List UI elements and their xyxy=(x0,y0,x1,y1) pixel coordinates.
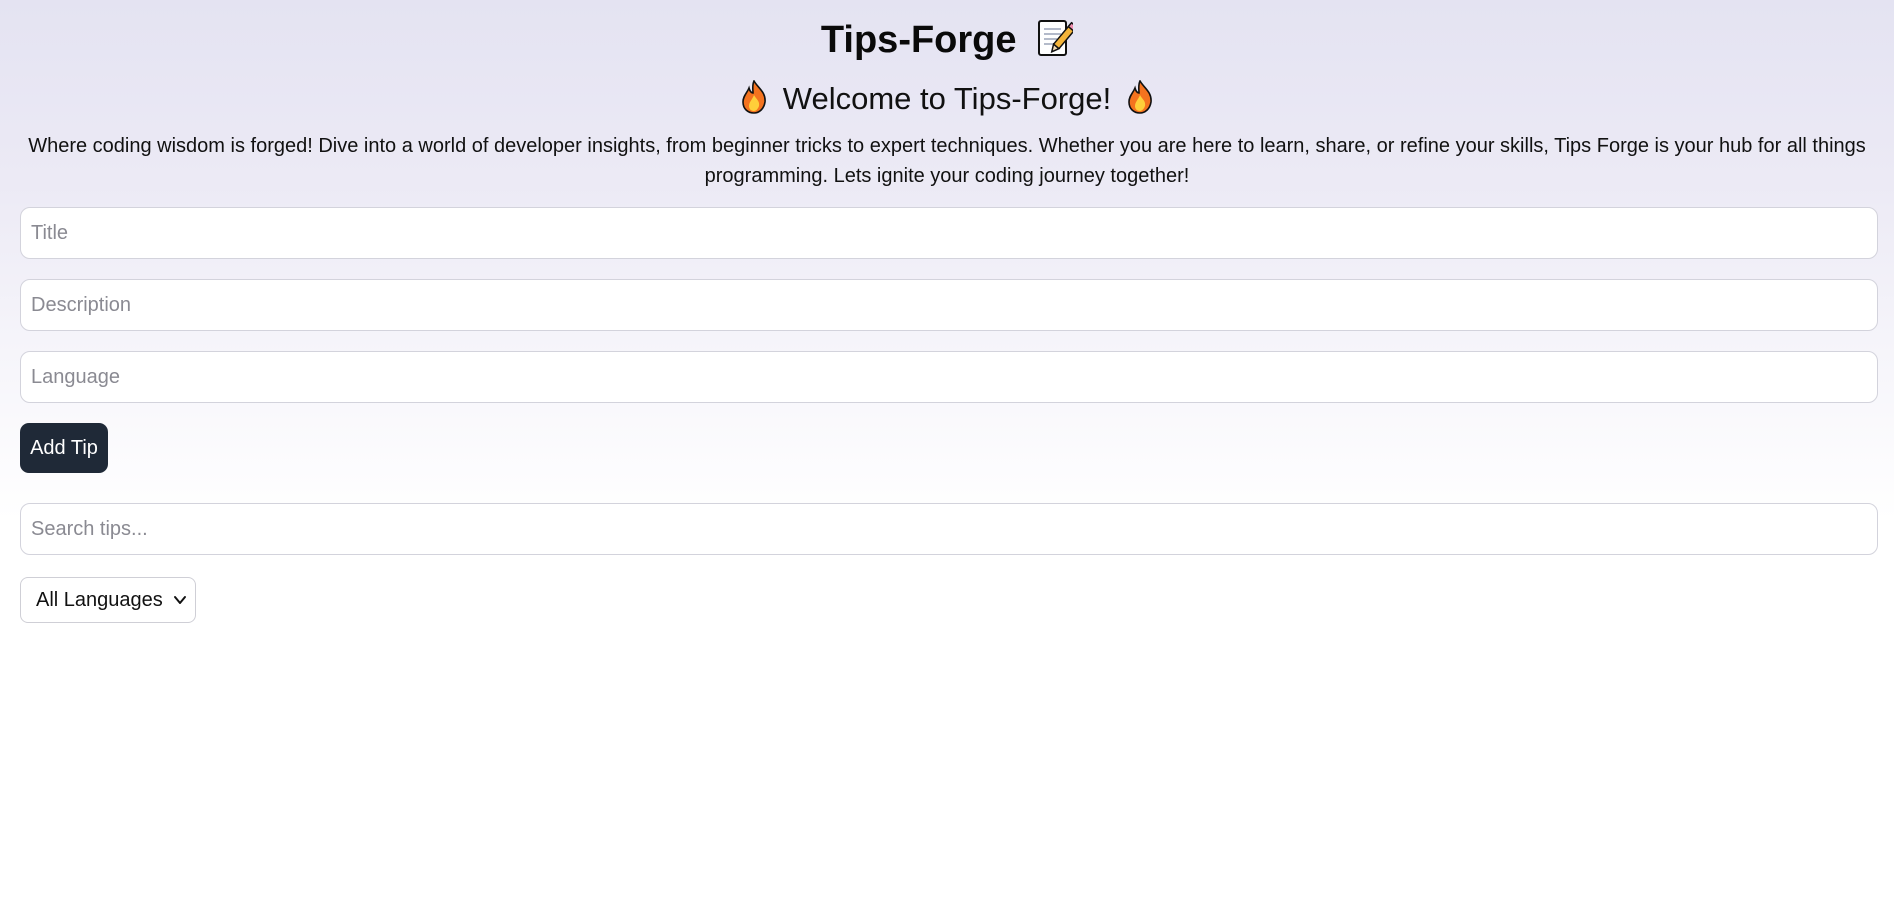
fire-icon xyxy=(1126,79,1154,114)
fire-icon xyxy=(740,79,768,114)
description-input[interactable] xyxy=(20,279,1878,331)
language-filter-value: All Languages xyxy=(36,589,163,611)
language-input[interactable] xyxy=(20,351,1878,403)
welcome-text: Welcome to Tips-Forge! xyxy=(782,81,1112,116)
page-container: Tips-Forge Welcome to Tips-Forge! Where … xyxy=(0,0,1894,628)
search-input[interactable] xyxy=(20,503,1878,555)
welcome-heading: Welcome to Tips-Forge! xyxy=(20,79,1874,119)
chevron-down-icon xyxy=(173,593,187,607)
page-title: Tips-Forge xyxy=(20,0,1874,64)
title-input[interactable] xyxy=(20,207,1878,259)
memo-icon xyxy=(1037,18,1079,58)
language-filter-select[interactable]: All Languages xyxy=(20,577,196,623)
add-tip-button[interactable]: Add Tip xyxy=(20,423,108,473)
intro-text: Where coding wisdom is forged! Dive into… xyxy=(28,135,1866,187)
page-title-text: Tips-Forge xyxy=(820,19,1017,61)
